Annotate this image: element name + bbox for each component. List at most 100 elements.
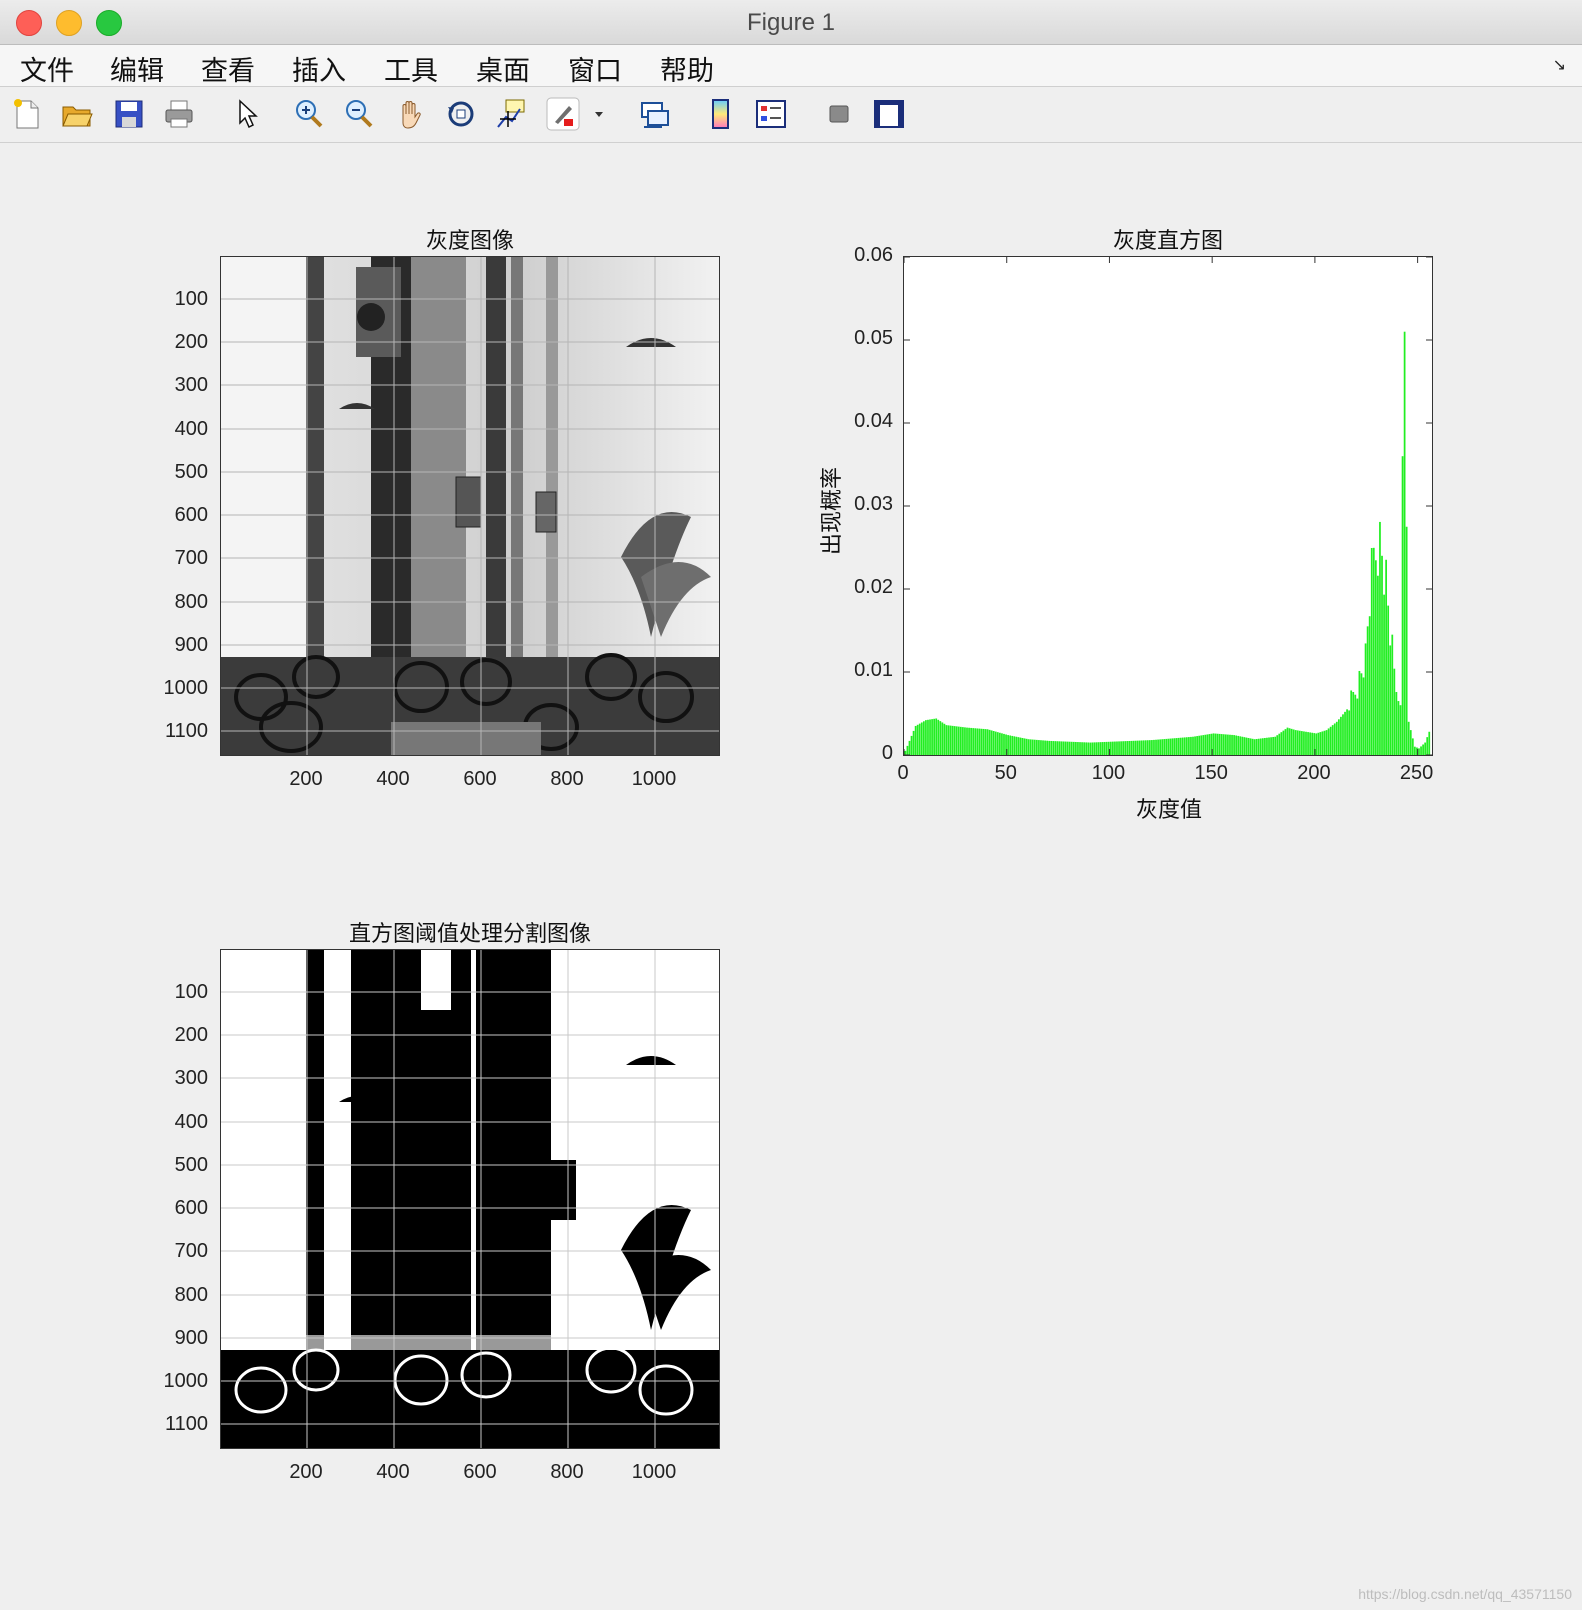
histogram-bar xyxy=(1167,738,1170,755)
histogram-bar xyxy=(1407,721,1410,755)
histogram-bar xyxy=(1276,735,1279,755)
zoom-in-icon[interactable] xyxy=(292,97,326,131)
histogram-bar xyxy=(1239,736,1242,755)
histogram-bar xyxy=(1420,746,1422,755)
pointer-icon[interactable] xyxy=(232,97,266,131)
gray-ytick: 700 xyxy=(174,547,208,569)
histogram-bar xyxy=(988,729,991,755)
menu-edit[interactable]: 编辑 xyxy=(110,49,164,88)
menu-bar: 文件 编辑 查看 插入 工具 桌面 窗口 帮助 ↘ xyxy=(0,45,1582,87)
histogram-bar xyxy=(1165,738,1168,755)
histogram-ytick-label: 0.01 xyxy=(854,659,893,681)
menu-file[interactable]: 文件 xyxy=(20,49,74,88)
gray-ytick: 1100 xyxy=(164,720,208,742)
histogram-bar xyxy=(904,750,907,755)
histogram-bar xyxy=(1362,677,1365,755)
threshold-xtick: 200 xyxy=(289,1461,323,1483)
histogram-bar xyxy=(1105,741,1108,755)
colorbar-icon[interactable] xyxy=(704,97,738,131)
histogram-bar xyxy=(1305,731,1307,755)
menu-tools[interactable]: 工具 xyxy=(384,49,438,88)
histogram-bar xyxy=(1046,740,1049,755)
histogram-bar xyxy=(986,729,989,755)
histogram-bar xyxy=(1307,732,1309,755)
threshold-ytick: 200 xyxy=(174,1024,208,1046)
threshold-ytick: 600 xyxy=(174,1197,208,1219)
histogram-xlabel: 灰度值 xyxy=(1135,798,1202,823)
histogram-bar xyxy=(1077,742,1079,755)
histogram-bar xyxy=(1401,456,1404,755)
histogram-bar xyxy=(939,721,942,755)
threshold-ytick: 800 xyxy=(174,1284,208,1306)
histogram-bar xyxy=(1052,741,1055,755)
print-icon[interactable] xyxy=(162,97,196,131)
histogram-bar xyxy=(935,718,938,755)
histogram-bar xyxy=(1266,737,1268,755)
threshold-ytick: 900 xyxy=(174,1327,208,1349)
histogram-bar xyxy=(1188,737,1190,755)
histogram-bar xyxy=(1011,735,1014,755)
rotate-3d-icon[interactable] xyxy=(444,97,478,131)
gray-ytick: 600 xyxy=(174,504,208,526)
histogram-bar xyxy=(1233,735,1235,755)
histogram-bar xyxy=(968,727,970,755)
data-cursor-icon[interactable] xyxy=(494,97,528,131)
histogram-bar xyxy=(980,728,983,755)
histogram-bar xyxy=(1348,710,1351,755)
link-plot-icon[interactable] xyxy=(638,97,672,131)
pan-hand-icon[interactable] xyxy=(394,97,428,131)
histogram-bar xyxy=(1021,737,1024,755)
menu-desktop[interactable]: 桌面 xyxy=(476,49,530,88)
histogram-bar xyxy=(957,726,960,755)
histogram-bar xyxy=(955,726,958,755)
histogram-bar xyxy=(1255,738,1258,755)
histogram-bar xyxy=(1175,738,1178,755)
histogram-bar xyxy=(1007,735,1009,755)
show-plot-tools-icon[interactable] xyxy=(872,97,906,131)
histogram-bar xyxy=(1190,736,1192,755)
hide-plot-tools-icon[interactable] xyxy=(822,97,856,131)
histogram-bar xyxy=(1377,575,1379,755)
histogram-bar xyxy=(1259,738,1262,755)
histogram-bar xyxy=(1151,740,1153,755)
zoom-out-icon[interactable] xyxy=(342,97,376,131)
threshold-ytick: 100 xyxy=(174,981,208,1003)
histogram-bar xyxy=(1091,742,1094,755)
histogram-bar xyxy=(1280,732,1283,755)
histogram-bar xyxy=(943,723,946,755)
histogram-bar xyxy=(1257,738,1260,755)
legend-icon[interactable] xyxy=(754,97,788,131)
histogram-bar xyxy=(1116,741,1118,755)
histogram-bar xyxy=(1222,734,1225,755)
histogram-bar xyxy=(1251,738,1254,755)
open-folder-icon[interactable] xyxy=(60,97,94,131)
histogram-bar xyxy=(1097,742,1100,755)
menu-window[interactable]: 窗口 xyxy=(568,49,622,88)
histogram-axes xyxy=(903,256,1433,756)
figure-toolbar xyxy=(0,87,1582,143)
gray-ytick: 200 xyxy=(174,331,208,353)
histogram-bar xyxy=(1227,734,1229,755)
histogram-bar xyxy=(1329,726,1332,755)
histogram-bar xyxy=(1013,736,1016,755)
histogram-bar xyxy=(1079,742,1081,755)
save-icon[interactable] xyxy=(112,97,146,131)
histogram-bar xyxy=(1249,738,1252,755)
histogram-plot xyxy=(903,256,1432,756)
gray-xtick: 600 xyxy=(463,768,497,790)
new-figure-icon[interactable] xyxy=(10,97,44,131)
menu-insert[interactable]: 插入 xyxy=(292,49,346,88)
menu-help[interactable]: 帮助 xyxy=(660,49,714,88)
brush-icon[interactable] xyxy=(546,97,580,131)
histogram-bar xyxy=(1337,719,1340,755)
menu-view[interactable]: 查看 xyxy=(201,49,255,88)
histogram-bar xyxy=(945,725,948,755)
threshold-xtick: 800 xyxy=(550,1461,584,1483)
histogram-bar xyxy=(962,727,964,755)
brush-dropdown-icon[interactable] xyxy=(590,97,608,131)
menu-corner-arrow-icon[interactable]: ↘ xyxy=(1553,55,1566,75)
histogram-xtick-label: 50 xyxy=(994,762,1017,784)
histogram-bar xyxy=(1231,734,1233,755)
histogram-bar xyxy=(1146,740,1149,755)
histogram-bar xyxy=(1360,673,1363,755)
